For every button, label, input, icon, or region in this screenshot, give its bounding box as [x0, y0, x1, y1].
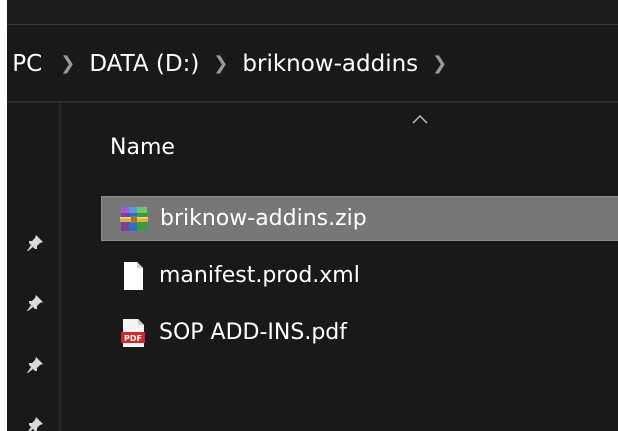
pin-icon[interactable] — [26, 234, 44, 252]
name-column-header[interactable]: Name — [110, 135, 175, 160]
pin-icon[interactable] — [26, 356, 44, 374]
blank-file-icon — [124, 261, 143, 290]
breadcrumb-chevron-icon[interactable]: ❯ — [60, 53, 75, 74]
title-bar — [7, 0, 618, 24]
navigation-pane — [7, 103, 59, 431]
pdf-file-icon: PDF — [121, 318, 145, 347]
breadcrumb-briknow-addins[interactable]: briknow-addins — [242, 51, 418, 77]
file-row-manifest-prod-xml[interactable]: manifest.prod.xml — [101, 253, 618, 298]
winrar-archive-icon — [120, 206, 148, 231]
pin-icon[interactable] — [26, 416, 44, 431]
file-list: Name briknow-addins.zip manifest.prod.xm… — [61, 103, 618, 431]
svg-text:PDF: PDF — [124, 334, 142, 343]
breadcrumb-chevron-icon[interactable]: ❯ — [213, 53, 228, 74]
file-name: briknow-addins.zip — [160, 206, 367, 231]
file-name: manifest.prod.xml — [159, 263, 360, 288]
breadcrumb-data-drive[interactable]: DATA (D:) — [89, 51, 199, 77]
file-explorer-window: s PC ❯ DATA (D:) ❯ briknow-addins ❯ Name — [7, 0, 618, 431]
file-row-sop-add-ins-pdf[interactable]: PDF SOP ADD-INS.pdf — [101, 310, 618, 355]
file-row-briknow-addins-zip[interactable]: briknow-addins.zip — [101, 196, 618, 241]
pin-icon[interactable] — [26, 294, 44, 312]
breadcrumb-chevron-icon[interactable]: ❯ — [432, 53, 447, 74]
sort-ascending-icon — [412, 114, 428, 124]
breadcrumb: s PC ❯ DATA (D:) ❯ briknow-addins ❯ — [7, 44, 461, 84]
file-name: SOP ADD-INS.pdf — [159, 320, 347, 345]
breadcrumb-this-pc[interactable]: s PC — [7, 51, 42, 77]
